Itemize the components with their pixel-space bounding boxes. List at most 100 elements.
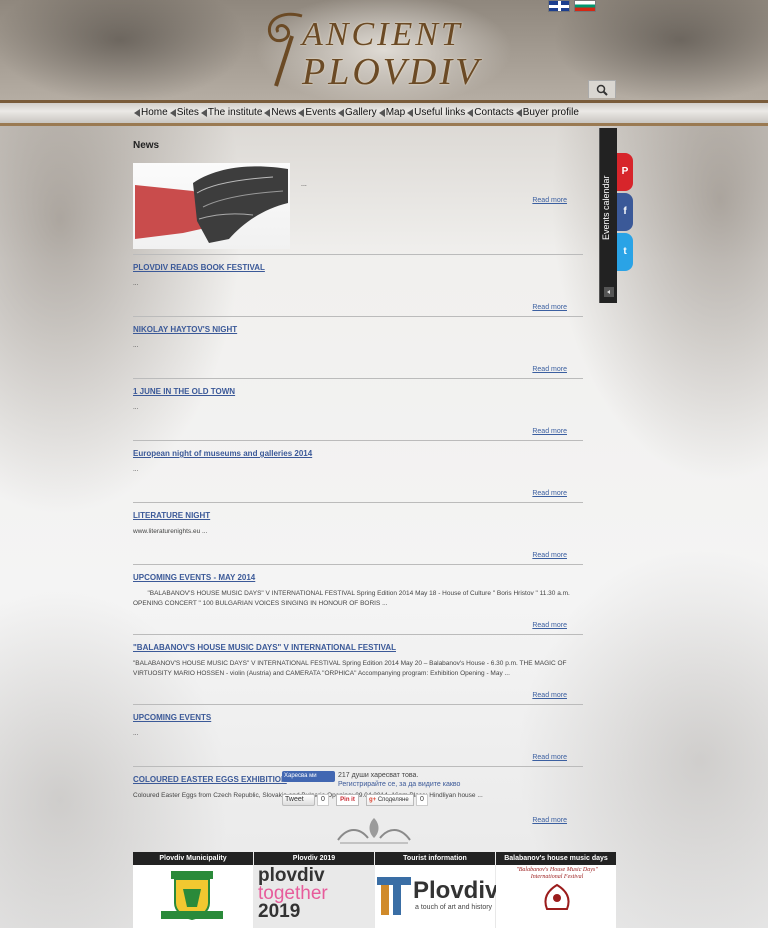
partner-balabanov-house[interactable]: Balabanov's house music days "Balabanov'… bbox=[496, 852, 616, 928]
tweet-button[interactable]: Tweet bbox=[282, 794, 315, 806]
language-switcher bbox=[548, 0, 596, 12]
news-item-title[interactable]: 1 JUNE IN THE OLD TOWN bbox=[133, 387, 583, 396]
news-item-title[interactable]: "BALABANOV'S HOUSE MUSIC DAYS" V INTERNA… bbox=[133, 643, 583, 652]
twitter-icon[interactable]: t bbox=[617, 233, 633, 271]
featured-image[interactable] bbox=[133, 163, 290, 249]
news-item: NIKOLAY HAYTOV'S NIGHT ... Read more bbox=[133, 325, 583, 379]
partner-plovdiv-municipality[interactable]: Plovdiv Municipality bbox=[133, 852, 253, 928]
nav-item-map[interactable]: Map bbox=[378, 107, 406, 118]
festival-caption: "Balabanov's House Music Days" Internati… bbox=[516, 867, 598, 880]
events-calendar-tab[interactable]: Events calendar bbox=[599, 128, 617, 303]
gplus-share-button[interactable]: g+ Споделяне bbox=[366, 794, 414, 806]
news-item-title[interactable]: PLOVDIV READS BOOK FESTIVAL bbox=[133, 263, 583, 272]
search-button[interactable] bbox=[588, 80, 616, 98]
nav-item-institute[interactable]: The institute bbox=[200, 107, 262, 118]
pinterest-icon[interactable]: P bbox=[617, 153, 633, 191]
tweet-count: 0 bbox=[317, 794, 329, 806]
news-item-text: ... bbox=[133, 730, 139, 737]
news-item-text: www.literaturenights.eu ... bbox=[133, 528, 208, 535]
news-item-title[interactable]: LITERATURE NIGHT bbox=[133, 511, 583, 520]
read-more-link[interactable]: Read more bbox=[532, 304, 567, 311]
partner-plovdiv-2019[interactable]: Plovdiv 2019 plovdiv together 2019 bbox=[254, 852, 374, 928]
news-item-text: "BALABANOV'S HOUSE MUSIC DAYS" V INTERNA… bbox=[133, 660, 567, 677]
nav-item-events[interactable]: Events bbox=[298, 107, 336, 118]
nav-item-label: Buyer profile bbox=[522, 107, 579, 118]
news-item-title[interactable]: UPCOMING EVENTS - MAY 2014 bbox=[133, 573, 583, 582]
festival-emblem-icon bbox=[544, 883, 570, 910]
news-item-title[interactable]: NIKOLAY HAYTOV'S NIGHT bbox=[133, 325, 583, 334]
gplus-label: Споделяне bbox=[377, 797, 409, 803]
read-more-link[interactable]: Read more bbox=[532, 552, 567, 559]
news-item-text: ... bbox=[133, 280, 139, 287]
nav-arrow-icon bbox=[378, 108, 385, 117]
hands-artwork-icon bbox=[135, 166, 288, 243]
featured-news: ... Read more bbox=[133, 159, 583, 255]
read-more-link[interactable]: Read more bbox=[532, 817, 567, 824]
logo-title-line1: ANCIENT bbox=[302, 16, 463, 53]
read-more-link[interactable]: Read more bbox=[532, 428, 567, 435]
nav-item-label: Sites bbox=[176, 107, 199, 118]
english-flag-icon[interactable] bbox=[548, 0, 570, 12]
news-list: News ... Read more PLOVDIV READS BOOK FE… bbox=[133, 140, 583, 829]
partner-heading: Balabanov's house music days bbox=[496, 852, 616, 865]
nav-item-sites[interactable]: Sites bbox=[169, 107, 199, 118]
read-more-link[interactable]: Read more bbox=[532, 197, 567, 204]
gplus-icon: g+ bbox=[369, 797, 377, 803]
like-button-label: Харесва ми bbox=[284, 773, 317, 779]
tweet-label: Tweet bbox=[285, 796, 304, 803]
nav-item-buyer-profile[interactable]: Buyer profile bbox=[515, 107, 579, 118]
bulgarian-flag-icon[interactable] bbox=[574, 0, 596, 12]
facebook-icon[interactable]: f bbox=[617, 193, 633, 231]
page-title: News bbox=[133, 140, 160, 151]
nav-item-gallery[interactable]: Gallery bbox=[338, 107, 377, 118]
news-item-text: ... bbox=[133, 342, 139, 349]
tourist-logo-icon bbox=[377, 877, 411, 915]
nav-item-label: Events bbox=[305, 107, 336, 118]
read-more-link[interactable]: Read more bbox=[532, 692, 567, 699]
nav-item-news[interactable]: News bbox=[264, 107, 296, 118]
like-count-text: 217 души харесват това. Регистрирайте се… bbox=[338, 771, 478, 789]
facebook-like-widget: Харесва ми 217 души харесват това. Регис… bbox=[282, 771, 482, 791]
news-item: European night of museums and galleries … bbox=[133, 449, 583, 503]
ancient-plovdiv-logo[interactable]: ANCIENT PLOVDIV bbox=[262, 8, 512, 93]
read-more-link[interactable]: Read more bbox=[532, 490, 567, 497]
gplus-count: 0 bbox=[416, 794, 428, 806]
partner-tourist-information[interactable]: Tourist information Plovdiv a touch of a… bbox=[375, 852, 499, 928]
municipality-crest-icon bbox=[161, 871, 223, 921]
nav-arrow-icon bbox=[134, 108, 140, 117]
like-register-link[interactable]: Регистрирайте се, за да видите какво bbox=[338, 781, 460, 788]
read-more-link[interactable]: Read more bbox=[532, 754, 567, 761]
read-more-link[interactable]: Read more bbox=[532, 622, 567, 629]
nav-item-label: News bbox=[271, 107, 297, 118]
news-item: 1 JUNE IN THE OLD TOWN ... Read more bbox=[133, 387, 583, 441]
calendar-expand-icon[interactable] bbox=[604, 287, 614, 297]
tourist-brand: Plovdiv bbox=[413, 877, 499, 904]
plovdiv-2019-logo: plovdiv together 2019 bbox=[258, 865, 328, 922]
events-calendar-label: Events calendar bbox=[601, 175, 611, 240]
partners-footer: Plovdiv Municipality Plovdiv 2019 plovdi… bbox=[133, 852, 616, 928]
logo-title-line2: PLOVDIV bbox=[302, 51, 482, 93]
main-navigation: Home Sites The institute News Events Gal… bbox=[0, 100, 768, 126]
pin-it-button[interactable]: Pin it bbox=[336, 794, 359, 806]
facebook-like-button[interactable]: Харесва ми bbox=[282, 771, 335, 782]
nav-arrow-icon bbox=[467, 108, 474, 117]
partner-heading: Tourist information bbox=[375, 852, 495, 865]
nav-item-label: Contacts bbox=[474, 107, 514, 118]
nav-arrow-icon bbox=[200, 108, 207, 117]
news-item-title[interactable]: UPCOMING EVENTS bbox=[133, 713, 583, 722]
read-more-link[interactable]: Read more bbox=[532, 366, 567, 373]
nav-item-useful-links[interactable]: Useful links bbox=[407, 107, 465, 118]
news-item-text: ... bbox=[133, 404, 139, 411]
nav-item-contacts[interactable]: Contacts bbox=[467, 107, 514, 118]
nav-arrow-icon bbox=[169, 108, 176, 117]
partner-heading: Plovdiv 2019 bbox=[254, 852, 374, 865]
nav-arrow-icon bbox=[264, 108, 271, 117]
news-item-title[interactable]: European night of museums and galleries … bbox=[133, 449, 583, 458]
decorative-ornament-icon bbox=[337, 818, 411, 844]
search-icon bbox=[596, 84, 608, 96]
news-item: UPCOMING EVENTS ... Read more bbox=[133, 713, 583, 767]
nav-arrow-icon bbox=[338, 108, 344, 117]
share-buttons: Tweet 0 Pin it g+ Споделяне 0 bbox=[282, 794, 482, 808]
nav-item-home[interactable]: Home bbox=[134, 107, 168, 118]
nav-item-label: Map bbox=[385, 107, 406, 118]
